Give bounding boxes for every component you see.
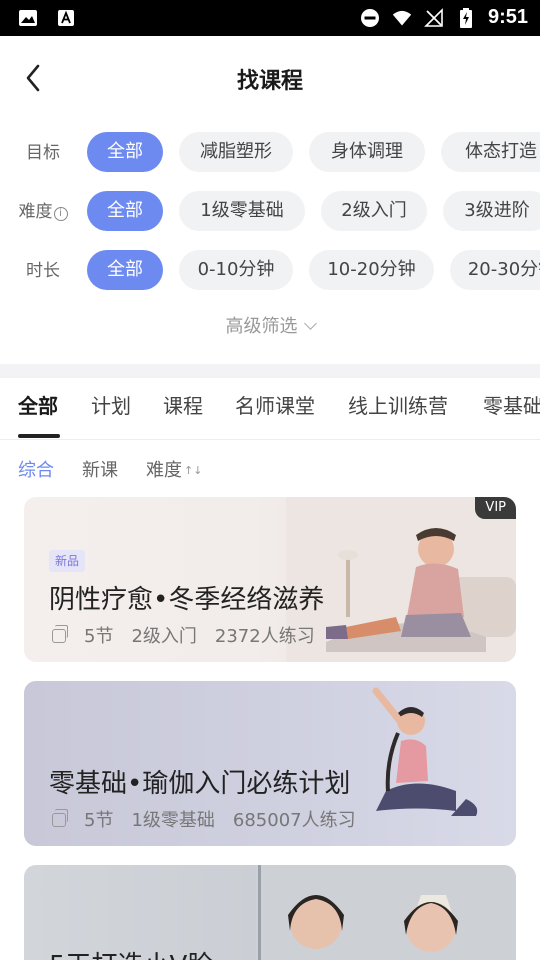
filter-row-difficulty: 难度 i 全部 1级零基础 2级入门 3级进阶 [0,191,540,233]
lessons-icon [52,809,68,827]
tab-master-class[interactable]: 名师课堂 [235,390,315,419]
lesson-count: 5节 [84,810,114,831]
lesson-count: 5节 [84,626,114,647]
filter-label-difficulty: 难度 i [0,191,86,233]
sort-difficulty[interactable]: 难度 ↑↓ [146,456,202,482]
chip-difficulty-level1[interactable]: 1级零基础 [179,191,305,231]
learner-count: 685007人练习 [232,810,356,831]
chip-difficulty-level3[interactable]: 3级进阶 [443,191,540,231]
chip-duration-20-30[interactable]: 20-30分钟 [450,250,540,290]
tab-all[interactable]: 全部 [18,390,58,419]
font-icon [56,8,76,28]
filter-label-duration: 时长 [26,261,60,281]
vip-badge: VIP [475,497,516,519]
sort-arrows-icon: ↑↓ [184,464,203,477]
header: 找课程 [0,36,540,120]
chip-goal-all[interactable]: 全部 [87,132,163,172]
chip-goal-body-care[interactable]: 身体调理 [309,132,425,172]
course-meta: 5节 1级零基础 685007人练习 [52,806,374,832]
advanced-filter-label: 高级筛选 [225,316,298,337]
course-meta: 5节 2级入门 2372人练习 [52,622,333,648]
chip-goal-posture[interactable]: 体态打造 [441,132,540,172]
course-card[interactable]: 零基础•瑜伽入门必练计划 5节 1级零基础 685007人练习 [24,681,516,846]
image-icon [18,8,38,28]
sort-new[interactable]: 新课 [82,456,118,482]
filter-panel: 目标 全部 减脂塑形 身体调理 体态打造 难度 i 全部 1级零基础 2级入门 3… [0,126,540,364]
difficulty-label-text: 难度 [18,202,53,222]
battery-charging-icon [456,7,476,28]
active-tab-indicator [18,434,60,438]
status-bar: 9:51 [0,0,540,36]
tab-beginner[interactable]: 零基础 [483,390,540,419]
do-not-disturb-icon [360,8,380,28]
lessons-icon [52,625,68,643]
course-card[interactable]: 新品 VIP 阴性疗愈•冬季经络滋养 5节 2级入门 2372人练习 [24,497,516,662]
new-badge: 新品 [49,550,86,572]
filter-label-goal: 目标 [26,143,60,163]
page-title: 找课程 [236,69,303,94]
sort-comprehensive[interactable]: 综合 [18,456,54,482]
course-level: 2级入门 [131,626,197,647]
tab-online-camp[interactable]: 线上训练营 [348,390,448,419]
sort-bar: 综合 新课 难度 ↑↓ [0,452,540,484]
course-title: 5天打造小V脸 [49,945,213,960]
tab-plan[interactable]: 计划 [91,390,131,419]
chip-goal-fat-loss[interactable]: 减脂塑形 [179,132,293,172]
section-divider [0,364,540,378]
chip-duration-all[interactable]: 全部 [87,250,163,290]
filter-row-duration: 时长 全部 0-10分钟 10-20分钟 20-30分钟 [0,250,540,292]
course-card[interactable]: 5天打造小V脸 [24,865,516,960]
wifi-icon [392,8,412,28]
advanced-filter-button[interactable]: 高级筛选 [0,312,540,338]
chevron-down-icon [303,317,317,330]
tab-course[interactable]: 课程 [163,390,203,419]
yoga-photo [256,865,516,960]
chip-difficulty-all[interactable]: 全部 [87,191,163,231]
chip-duration-10-20[interactable]: 10-20分钟 [309,250,434,290]
category-tabs: 全部 计划 课程 名师课堂 线上训练营 零基础 [0,378,540,440]
learner-count: 2372人练习 [214,626,315,647]
chip-difficulty-level2[interactable]: 2级入门 [321,191,427,231]
course-title: 零基础•瑜伽入门必练计划 [49,769,351,799]
no-signal-icon [424,7,444,28]
info-icon[interactable]: i [53,207,68,221]
course-title: 阴性疗愈•冬季经络滋养 [49,585,325,615]
filter-row-goal: 目标 全部 减脂塑形 身体调理 体态打造 [0,132,540,174]
clock: 9:51 [487,6,528,28]
sort-difficulty-label: 难度 [146,460,182,481]
course-level: 1级零基础 [131,810,215,831]
chip-duration-0-10[interactable]: 0-10分钟 [179,250,293,290]
